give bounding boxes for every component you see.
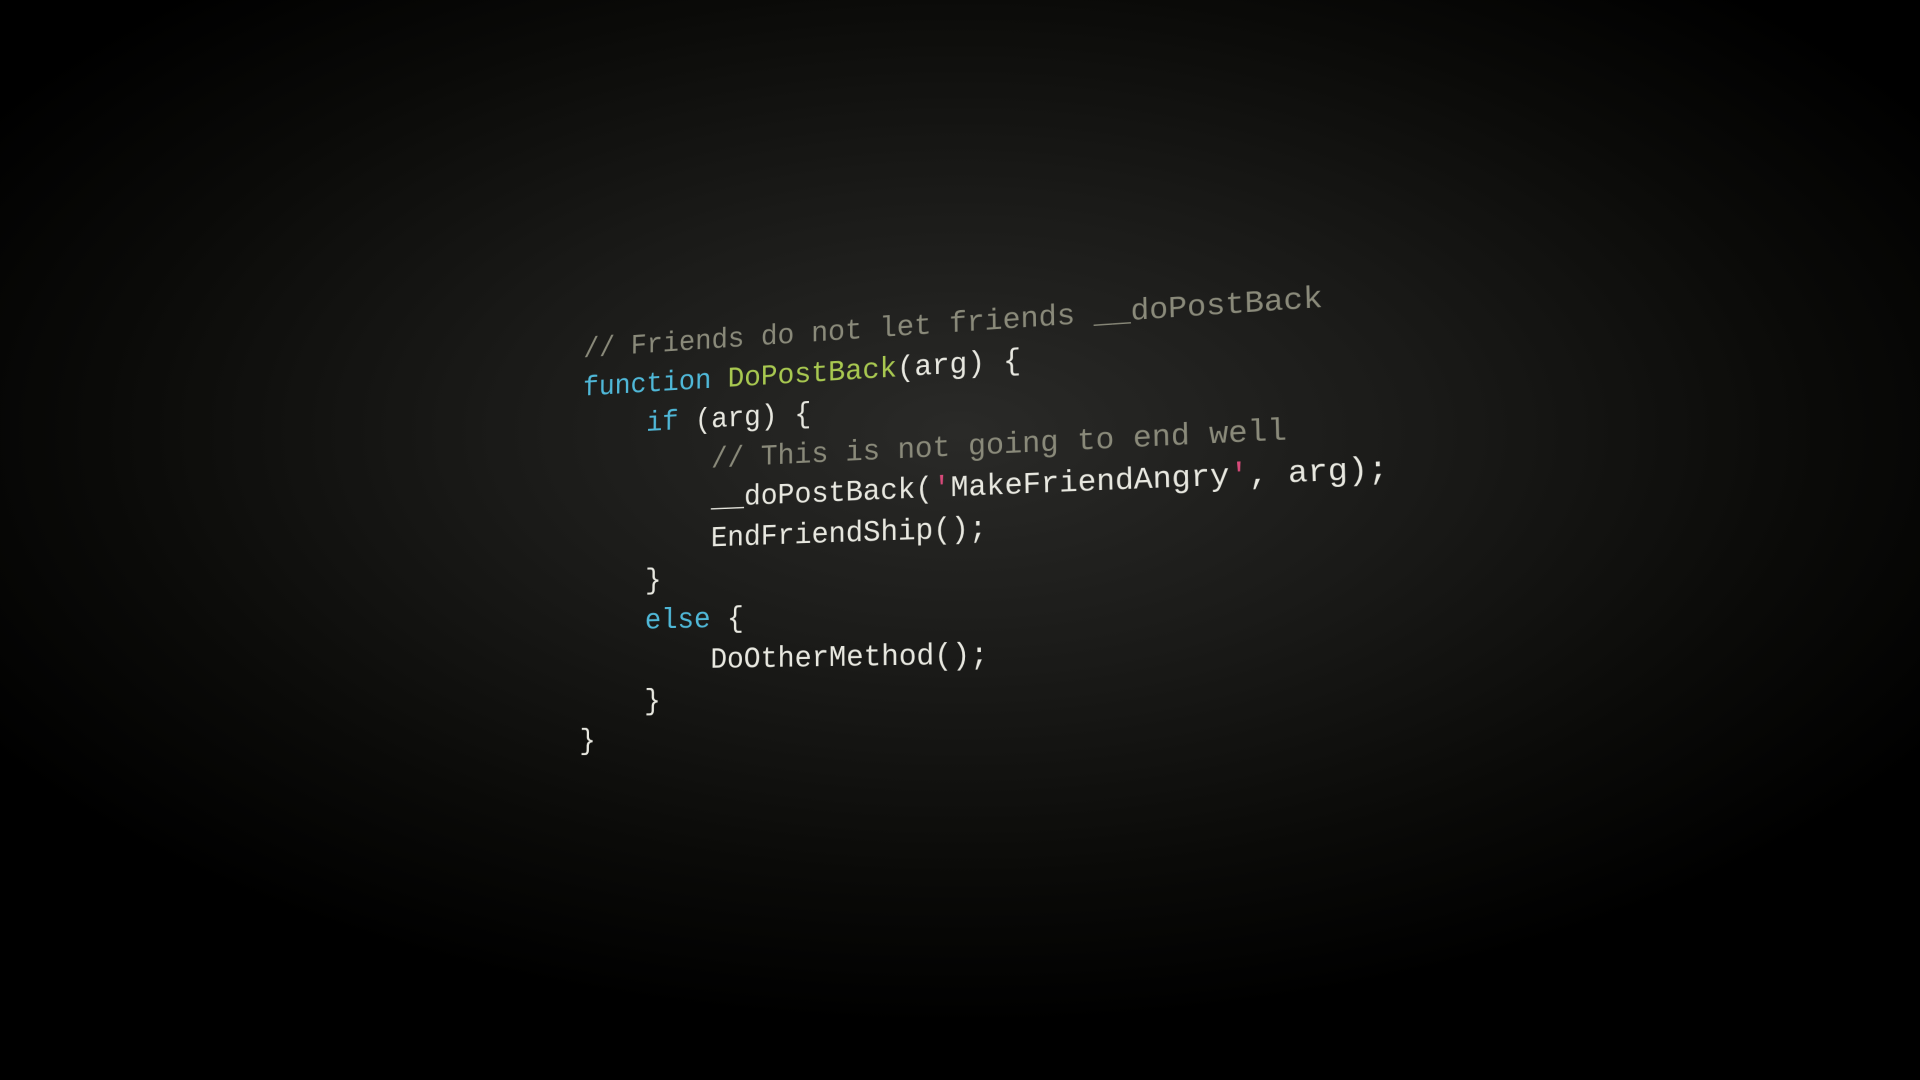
- keyword-else: else: [581, 603, 711, 639]
- keyword-function: function: [583, 364, 711, 405]
- close-brace-function: }: [579, 725, 595, 759]
- string-quote-open: ': [933, 472, 951, 507]
- if-condition: (arg) {: [678, 398, 811, 439]
- close-brace-if: }: [581, 564, 662, 600]
- close-brace-else: }: [580, 685, 661, 719]
- function-name: DoPostBack: [711, 352, 897, 397]
- code-block: // Friends do not let friends __doPostBa…: [579, 274, 1397, 763]
- else-open: {: [710, 602, 743, 637]
- call-endfriendship: EndFriendShip();: [581, 512, 987, 561]
- keyword-if: if: [583, 405, 679, 443]
- function-signature: (arg) {: [897, 344, 1021, 386]
- code-snippet-wallpaper: // Friends do not let friends __doPostBa…: [579, 274, 1397, 763]
- string-quote-close: ': [1229, 458, 1249, 495]
- call-doothermethod: DoOtherMethod();: [580, 638, 988, 679]
- call-suffix: , arg);: [1248, 452, 1388, 495]
- string-literal: MakeFriendAngry: [951, 459, 1230, 506]
